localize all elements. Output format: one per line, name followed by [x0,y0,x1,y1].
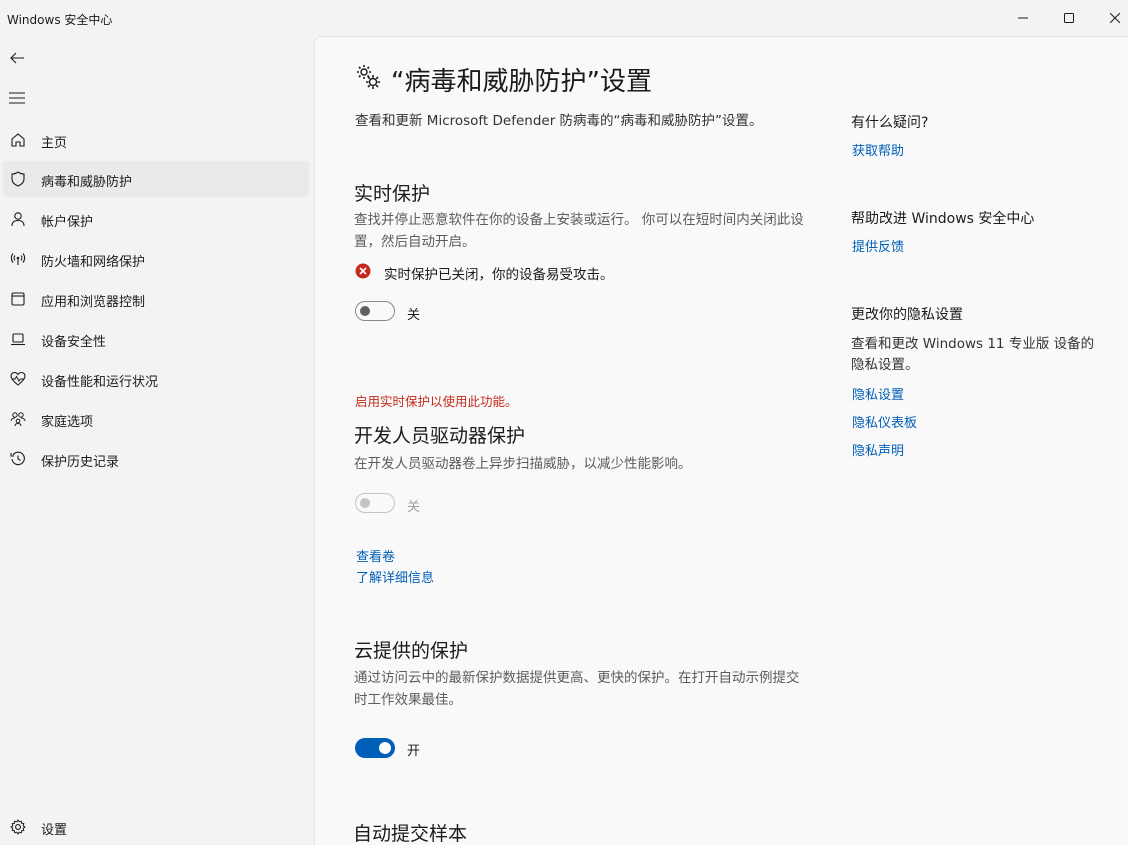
privacy-heading: 更改你的隐私设置 [851,307,963,323]
dev-drive-toggle-label: 关 [407,500,421,515]
sidebar-item-account-protection[interactable]: 帐户保护 [3,201,309,237]
sidebar-item-home[interactable]: 主页 [3,122,309,158]
sidebar-item-label: 应用和浏览器控制 [41,295,146,310]
sidebar-item-label: 防火墙和网络保护 [41,255,146,270]
dev-drive-protection-description: 在开发人员驱动器卷上异步扫描威胁，以减少性能影响。 [354,456,692,472]
get-help-link[interactable]: 获取帮助 [852,140,904,159]
realtime-protection-description: 查找并停止恶意软件在你的设备上安装或运行。 你可以在短时间内关闭此设置，然后自动… [354,212,804,250]
realtime-toggle-label: 关 [407,308,421,323]
privacy-settings-link[interactable]: 隐私设置 [852,384,904,403]
toggle-knob [360,306,370,316]
sidebar-item-label: 家庭选项 [41,415,94,430]
family-icon [9,410,27,428]
gears-icon [355,63,383,91]
sidebar-item-label: 设备性能和运行状况 [41,375,159,390]
privacy-description: 查看和更改 Windows 11 专业版 设备的隐私设置。 [851,336,1095,373]
heart-pulse-icon [9,370,27,388]
person-icon [9,210,27,228]
sidebar-item-app-browser[interactable]: 应用和浏览器控制 [3,281,309,317]
sidebar-item-virus-protection[interactable]: 病毒和威胁防护 [3,161,309,197]
app-window-icon [9,290,27,308]
hamburger-icon [9,92,25,104]
antenna-icon [9,250,27,268]
back-arrow-icon [10,52,24,64]
sidebar-item-family-options[interactable]: 家庭选项 [3,401,309,437]
sidebar-item-label: 设置 [41,823,68,838]
improve-heading: 帮助改进 Windows 安全中心 [851,211,1035,227]
content-panel: “病毒和威胁防护”设置 查看和更新 Microsoft Defender 防病毒… [314,36,1128,845]
questions-heading: 有什么疑问? [851,115,929,131]
sidebar-item-device-security[interactable]: 设备安全性 [3,321,309,357]
dev-drive-protection-toggle [355,493,395,513]
cloud-toggle-label: 开 [407,744,421,759]
toggle-knob [360,498,370,508]
close-icon [1110,13,1120,23]
gear-icon [9,818,27,836]
minimize-button[interactable] [1000,0,1046,36]
sidebar-item-label: 帐户保护 [41,215,94,230]
laptop-icon [9,330,27,348]
page-description: 查看和更新 Microsoft Defender 防病毒的“病毒和威胁防护”设置… [355,113,763,129]
view-volumes-link[interactable]: 查看卷 [356,546,395,565]
cloud-protection-toggle[interactable] [355,738,395,758]
cloud-protection-description: 通过访问云中的最新保护数据提供更高、更快的保护。在打开自动示例提交时工作效果最佳… [354,670,800,708]
give-feedback-link[interactable]: 提供反馈 [852,236,904,255]
privacy-dashboard-link[interactable]: 隐私仪表板 [852,412,917,431]
sidebar: 主页 病毒和威胁防护 帐户保护 防火墙和网络保护 应用和浏览器控制 设备安全性 … [0,36,314,845]
sidebar-item-label: 主页 [41,136,68,151]
sidebar-item-label: 设备安全性 [41,335,107,350]
maximize-button[interactable] [1046,0,1092,36]
sidebar-item-label: 保护历史记录 [41,455,120,470]
privacy-statement-link[interactable]: 隐私声明 [852,440,904,459]
back-button[interactable] [4,44,30,72]
title-bar: Windows 安全中心 [0,0,1128,36]
page-title: “病毒和威胁防护”设置 [391,67,652,97]
sidebar-item-firewall[interactable]: 防火墙和网络保护 [3,241,309,277]
history-icon [9,450,27,468]
realtime-protection-toggle[interactable] [355,301,395,321]
sidebar-item-settings[interactable]: 设置 [3,809,309,845]
auto-sample-title: 自动提交样本 [353,823,468,845]
menu-toggle-button[interactable] [4,84,30,112]
maximize-icon [1064,13,1074,23]
dev-drive-requirement-note: 启用实时保护以使用此功能。 [355,394,518,409]
dev-drive-protection-title: 开发人员驱动器保护 [354,425,526,447]
shield-icon [9,170,27,188]
sidebar-item-label: 病毒和威胁防护 [41,175,133,190]
minimize-icon [1018,17,1028,19]
error-icon [355,263,371,279]
realtime-warning-text: 实时保护已关闭，你的设备易受攻击。 [384,267,614,283]
sidebar-item-protection-history[interactable]: 保护历史记录 [3,441,309,477]
realtime-protection-title: 实时保护 [354,183,431,205]
home-icon [9,131,27,149]
learn-more-link[interactable]: 了解详细信息 [356,567,434,586]
cloud-protection-title: 云提供的保护 [354,640,469,662]
toggle-knob [379,742,391,754]
close-button[interactable] [1092,0,1128,36]
sidebar-item-device-health[interactable]: 设备性能和运行状况 [3,361,309,397]
app-title: Windows 安全中心 [7,13,113,27]
